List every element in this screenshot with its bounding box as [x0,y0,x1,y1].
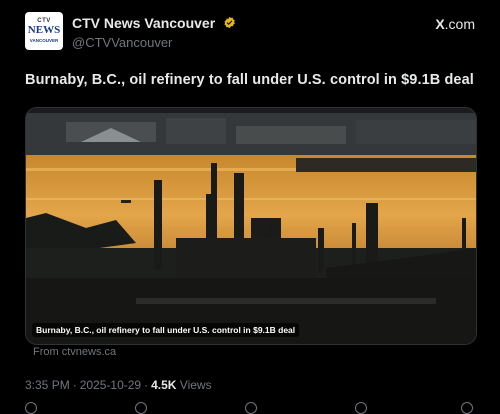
views-count: 4.5K [151,378,177,392]
meta-separator: · [72,378,77,392]
avatar[interactable]: CTV NEWS VANCOUVER [25,12,63,50]
author-block: CTV News Vancouver @CTVVancouver [72,14,236,50]
post-header: CTV NEWS VANCOUVER CTV News Vancouver @C… [25,12,475,52]
author-handle[interactable]: @CTVVancouver [72,35,236,50]
views-label: Views [179,378,212,392]
author-display-name[interactable]: CTV News Vancouver [72,15,215,31]
card-title: Burnaby, B.C., oil refinery to fall unde… [32,323,300,337]
card-source-link[interactable]: From ctvnews.ca [33,346,116,358]
post-meta: 3:35 PM · 2025-10-29 · 4.5K Views [25,378,212,392]
source-suffix: .com [444,16,475,32]
like-icon [245,402,257,414]
repost-button[interactable] [135,402,147,414]
post-text: Burnaby, B.C., oil refinery to fall unde… [25,72,474,88]
reply-icon [25,402,37,414]
avatar-logo-news: NEWS [27,24,61,36]
x-logo-icon: X [435,16,445,32]
meta-separator: · [144,378,149,392]
post-date[interactable]: 2025-10-29 [80,378,141,392]
bookmark-button[interactable] [355,402,367,414]
share-icon [461,402,473,414]
source-label: X.com [435,16,475,32]
action-bar [25,402,475,414]
post-time[interactable]: 3:35 PM [25,378,70,392]
repost-icon [135,402,147,414]
reply-button[interactable] [25,402,37,414]
share-button[interactable] [461,402,473,414]
avatar-logo-city: VANCOUVER [29,38,59,43]
verified-badge-icon [224,17,235,29]
bookmark-icon [355,402,367,414]
like-button[interactable] [245,402,257,414]
refinery-sunset-image [26,108,476,344]
link-card[interactable]: Burnaby, B.C., oil refinery to fall unde… [25,107,477,345]
